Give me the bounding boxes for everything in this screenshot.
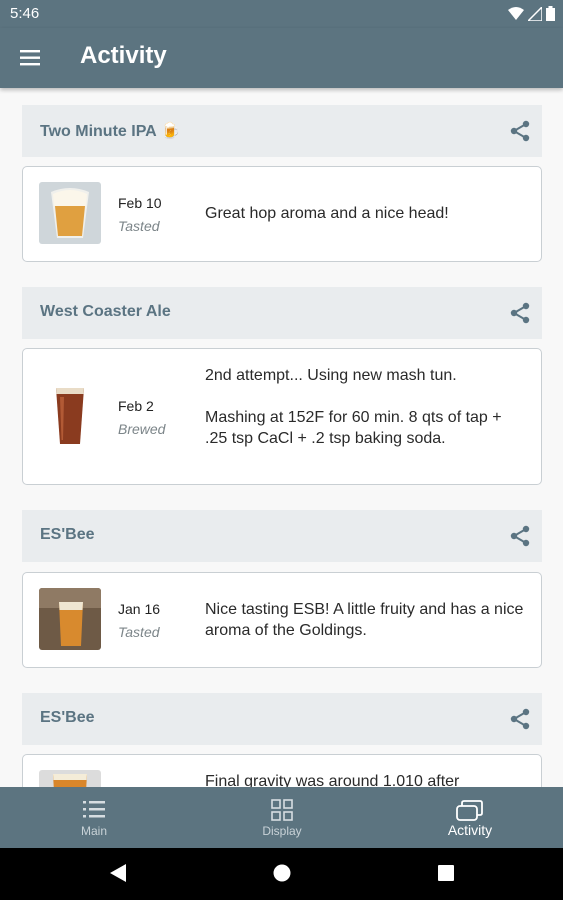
bottom-navigation: Main Display Activity xyxy=(0,787,563,848)
system-navigation-bar xyxy=(0,848,563,900)
status-bar: 5:46 xyxy=(0,0,563,28)
wifi-icon xyxy=(508,6,524,20)
beer-name: West Coaster Ale xyxy=(40,303,171,320)
beer-name: ES'Bee xyxy=(40,709,95,726)
beer-name: Two Minute IPA 🍺 xyxy=(40,123,181,140)
entry-note: Great hop aroma and a nice head! xyxy=(205,205,449,222)
entry-date: Jan 16 xyxy=(118,601,161,617)
entry-note: Nice tasting ESB! A little fruity and ha… xyxy=(205,601,524,639)
beer-glass-photo xyxy=(39,770,101,787)
app-bar: Activity xyxy=(0,28,563,88)
activity-entry[interactable]: Final gravity was around 1.010 after xyxy=(22,754,542,787)
nav-label: Display xyxy=(262,824,302,838)
home-icon[interactable] xyxy=(272,862,292,884)
grid-icon xyxy=(271,799,293,821)
beer-header[interactable]: West Coaster Ale xyxy=(22,287,542,339)
activity-entry[interactable]: Feb 10 Tasted Great hop aroma and a nice… xyxy=(22,166,542,262)
page-title: Activity xyxy=(80,42,167,69)
battery-icon xyxy=(546,6,555,21)
beer-header[interactable]: Two Minute IPA 🍺 xyxy=(22,105,542,157)
beer-header[interactable]: ES'Bee xyxy=(22,693,542,745)
beer-name: ES'Bee xyxy=(40,526,95,543)
nav-label: Activity xyxy=(447,822,493,838)
signal-icon xyxy=(528,6,542,21)
recents-icon[interactable] xyxy=(436,862,456,884)
share-icon[interactable] xyxy=(508,707,532,731)
share-icon[interactable] xyxy=(508,524,532,548)
ipa-glass-photo xyxy=(39,182,101,244)
entry-date: Feb 10 xyxy=(118,195,162,211)
nav-display[interactable]: Display xyxy=(188,787,376,848)
esb-glass-photo xyxy=(39,588,101,650)
nav-label: Main xyxy=(80,824,107,838)
status-time: 5:46 xyxy=(10,5,40,22)
share-icon[interactable] xyxy=(508,301,532,325)
entry-status: Tasted xyxy=(118,624,160,640)
activity-icon xyxy=(456,800,483,821)
entry-status: Brewed xyxy=(118,421,166,437)
beer-mug-emoji: 🍺 xyxy=(160,123,181,140)
menu-icon[interactable] xyxy=(16,46,46,70)
activity-entry[interactable]: Feb 2 Brewed 2nd attempt... Using new ma… xyxy=(22,348,542,485)
entry-note: Final gravity was around 1.010 after xyxy=(205,773,460,787)
entry-status: Tasted xyxy=(118,218,160,234)
entry-note: 2nd attempt... Using new mash tun. Mashi… xyxy=(205,367,502,447)
beer-header[interactable]: ES'Bee xyxy=(22,510,542,562)
list-icon xyxy=(83,801,105,818)
activity-list[interactable]: Two Minute IPA 🍺 Feb 10 Tasted Great hop… xyxy=(0,88,563,787)
share-icon[interactable] xyxy=(508,119,532,143)
entry-date: Feb 2 xyxy=(118,398,154,414)
activity-entry[interactable]: Jan 16 Tasted Nice tasting ESB! A little… xyxy=(22,572,542,668)
nav-activity[interactable]: Activity xyxy=(376,787,563,848)
back-icon[interactable] xyxy=(108,862,128,884)
nav-main[interactable]: Main xyxy=(0,787,188,848)
status-icons xyxy=(508,6,555,21)
pint-glass-icon xyxy=(39,385,101,447)
